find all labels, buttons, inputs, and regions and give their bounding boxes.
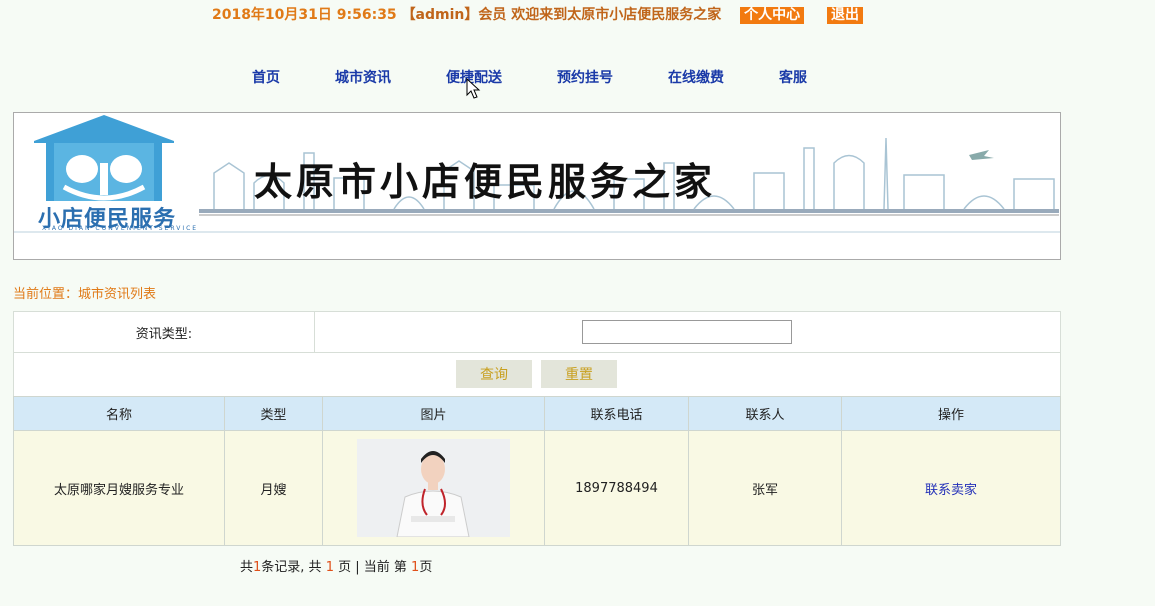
nav-appointment[interactable]: 预约挂号 [557, 67, 613, 87]
col-image-header: 图片 [322, 396, 545, 431]
welcome-text: 欢迎来到太原市小店便民服务之家 [511, 7, 722, 23]
col-phone-header: 联系电话 [544, 396, 689, 431]
breadcrumb: 当前位置：城市资讯列表 [13, 287, 157, 302]
nav-home[interactable]: 首页 [252, 67, 280, 87]
user-label: 【admin】会员 [401, 7, 507, 23]
logout-button[interactable]: 退出 [827, 7, 864, 24]
mouse-cursor-icon [466, 78, 481, 99]
row-image [357, 439, 510, 537]
search-panel: 资讯类型: 查询 重置 [13, 311, 1061, 397]
profile-button[interactable]: 个人中心 [740, 7, 805, 24]
news-table: 名称 类型 图片 联系电话 联系人 操作 太原哪家月嫂服务专业 月嫂 18977… [13, 396, 1061, 546]
col-contact-header: 联系人 [688, 396, 842, 431]
total-pages: 1 [325, 560, 334, 575]
doctor-photo-icon [357, 439, 510, 537]
contact-seller-link[interactable]: 联系卖家 [925, 483, 977, 498]
nav-payment[interactable]: 在线缴费 [668, 67, 724, 87]
logo-subtitle: XIAO DIAN CONVENIENT SERVICE [42, 225, 199, 232]
header-banner: 小店便民服务 XIAO DIAN CONVENIENT SERVICE 太原市小… [13, 112, 1061, 260]
table-header-row: 名称 类型 图片 联系电话 联系人 操作 [13, 396, 1061, 431]
nav-city-news[interactable]: 城市资讯 [335, 67, 391, 87]
main-nav: 首页 城市资讯 便捷配送 预约挂号 在线缴费 客服 [252, 67, 862, 87]
type-label: 资讯类型: [14, 312, 315, 352]
col-name-header: 名称 [13, 396, 225, 431]
row-name: 太原哪家月嫂服务专业 [13, 430, 225, 546]
nav-service[interactable]: 客服 [779, 67, 807, 87]
row-phone: 1897788494 [544, 430, 689, 546]
reset-button[interactable]: 重置 [541, 360, 617, 388]
row-contact: 张军 [688, 430, 842, 546]
col-type-header: 类型 [224, 396, 323, 431]
type-input[interactable] [582, 320, 792, 344]
query-button[interactable]: 查询 [456, 360, 532, 388]
banner-title: 太原市小店便民服务之家 [254, 159, 717, 204]
col-action-header: 操作 [841, 396, 1061, 431]
top-bar: 2018年10月31日 9:56:35 【admin】会员 欢迎来到太原市小店便… [0, 4, 1075, 24]
pagination-info: 共1条记录, 共 1 页 | 当前 第 1页 [240, 560, 433, 575]
row-type: 月嫂 [224, 430, 323, 546]
table-row: 太原哪家月嫂服务专业 月嫂 1897788494 张军 联系卖家 [13, 430, 1061, 546]
datetime: 2018年10月31日 9:56:35 [211, 7, 397, 23]
